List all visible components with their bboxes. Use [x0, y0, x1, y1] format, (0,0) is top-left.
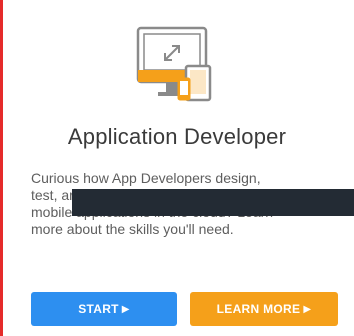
description-line: Curious how App Developers design, — [31, 170, 261, 186]
play-arrow-icon: ▶ — [121, 303, 130, 315]
start-button-label: START — [78, 302, 119, 316]
card-title: Application Developer — [67, 124, 287, 149]
devices-icon — [132, 22, 218, 108]
learn-more-button-label: LEARN MORE — [216, 302, 301, 316]
application-developer-card: Application Developer Curious how App De… — [0, 0, 354, 336]
card-left-border — [0, 0, 3, 336]
redaction-bar — [72, 189, 354, 216]
play-arrow-icon: ▶ — [303, 303, 312, 315]
start-button[interactable]: START ▶ — [31, 292, 177, 326]
learn-more-button[interactable]: LEARN MORE ▶ — [190, 292, 338, 326]
description-line: more about the skills you'll need. — [31, 221, 234, 237]
